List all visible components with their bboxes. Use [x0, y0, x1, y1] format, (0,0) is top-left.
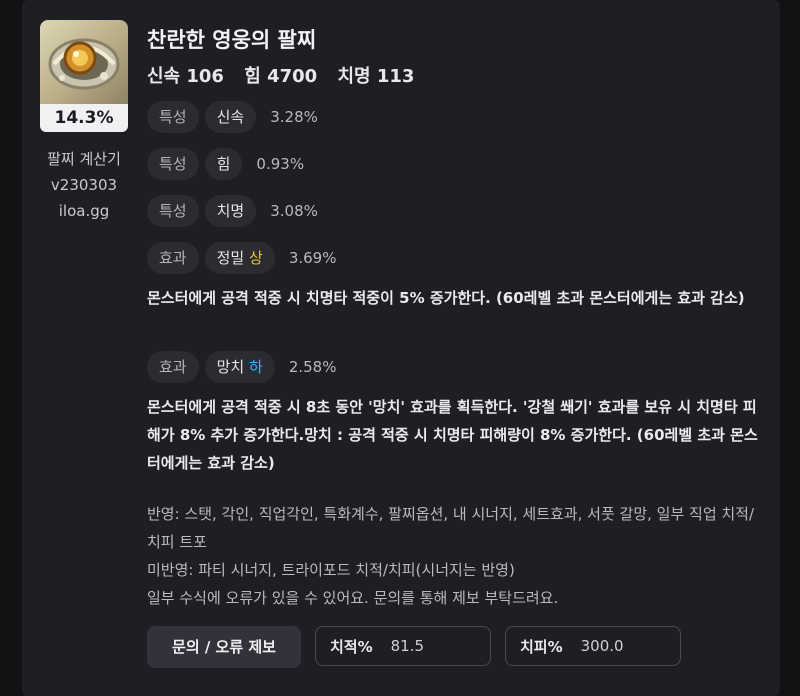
stat-swiftness: 신속 106: [147, 66, 224, 87]
option-type: 효과: [147, 351, 199, 383]
crit-rate-label: 치적%: [330, 637, 373, 656]
option-name: 힘: [204, 148, 243, 180]
option-row: 특성 신속 3.28%: [147, 101, 318, 133]
report-button[interactable]: 문의 / 오류 제보: [147, 626, 301, 668]
option-name: 신속: [204, 101, 257, 133]
crit-rate-field: 치적%: [315, 626, 491, 666]
option-grade: 하: [249, 358, 263, 376]
notes: 반영: 스탯, 각인, 직업각인, 특화계수, 팔찌옵션, 내 시너지, 세트효…: [147, 500, 767, 612]
option-value: 3.69%: [288, 249, 337, 267]
option-description: 몬스터에게 공격 적중 시 8초 동안 '망치' 효과를 획득한다. '강철 쐐…: [147, 398, 758, 472]
option-row: 특성 힘 0.93%: [147, 148, 304, 180]
option-name: 정밀: [216, 249, 245, 267]
crit-damage-input[interactable]: [578, 636, 663, 656]
option-value: 3.28%: [270, 108, 318, 126]
bracelet-image: [40, 20, 128, 104]
option-description: 몬스터에게 공격 적중 시 치명타 적중이 5% 증가한다. (60레벨 초과 …: [147, 289, 745, 307]
crit-rate-input[interactable]: [388, 636, 473, 656]
item-summary: 14.3% 팔찌 계산기 v230303 iloa.gg: [40, 20, 128, 224]
option-row: 효과 망치 하 2.58%: [147, 351, 336, 383]
option-type: 특성: [147, 148, 199, 180]
calculator-title: 팔찌 계산기: [47, 150, 121, 168]
option-value: 2.58%: [288, 358, 337, 376]
option-type: 특성: [147, 101, 199, 133]
option-grade: 상: [249, 249, 263, 267]
reflected-note: 반영: 스탯, 각인, 직업각인, 특화계수, 팔찌옵션, 내 시너지, 세트효…: [147, 505, 755, 551]
option-value: 0.93%: [256, 155, 305, 173]
option-name-with-grade: 정밀 상: [204, 242, 275, 274]
stat-crit: 치명 113: [337, 66, 415, 87]
option-name: 치명: [204, 195, 257, 227]
option-type: 효과: [147, 242, 199, 274]
item-name: 찬란한 영웅의 팔찌: [147, 28, 317, 52]
disclaimer-note: 일부 수식에 오류가 있을 수 있어요. 문의를 통해 제보 부탁드려요.: [147, 589, 559, 607]
item-percent: 14.3%: [40, 104, 128, 132]
not-reflected-note: 미반영: 파티 시너지, 트라이포드 치적/치피(시너지는 반영): [147, 561, 515, 579]
calculator-version: v230303: [50, 176, 118, 194]
option-row: 효과 정밀 상 3.69%: [147, 242, 336, 274]
option-name: 망치: [216, 358, 245, 376]
site-name: iloa.gg: [58, 202, 110, 220]
footer: 문의 / 오류 제보 치적% 치피%: [147, 626, 695, 668]
item-stats: 신속 106 힘 4700 치명 113: [147, 62, 428, 88]
option-value: 3.08%: [270, 202, 318, 220]
crit-damage-label: 치피%: [520, 637, 563, 656]
option-name-with-grade: 망치 하: [204, 351, 275, 383]
stat-strength: 힘 4700: [244, 66, 318, 87]
option-type: 특성: [147, 195, 199, 227]
option-row: 특성 치명 3.08%: [147, 195, 318, 227]
crit-damage-field: 치피%: [505, 626, 681, 666]
